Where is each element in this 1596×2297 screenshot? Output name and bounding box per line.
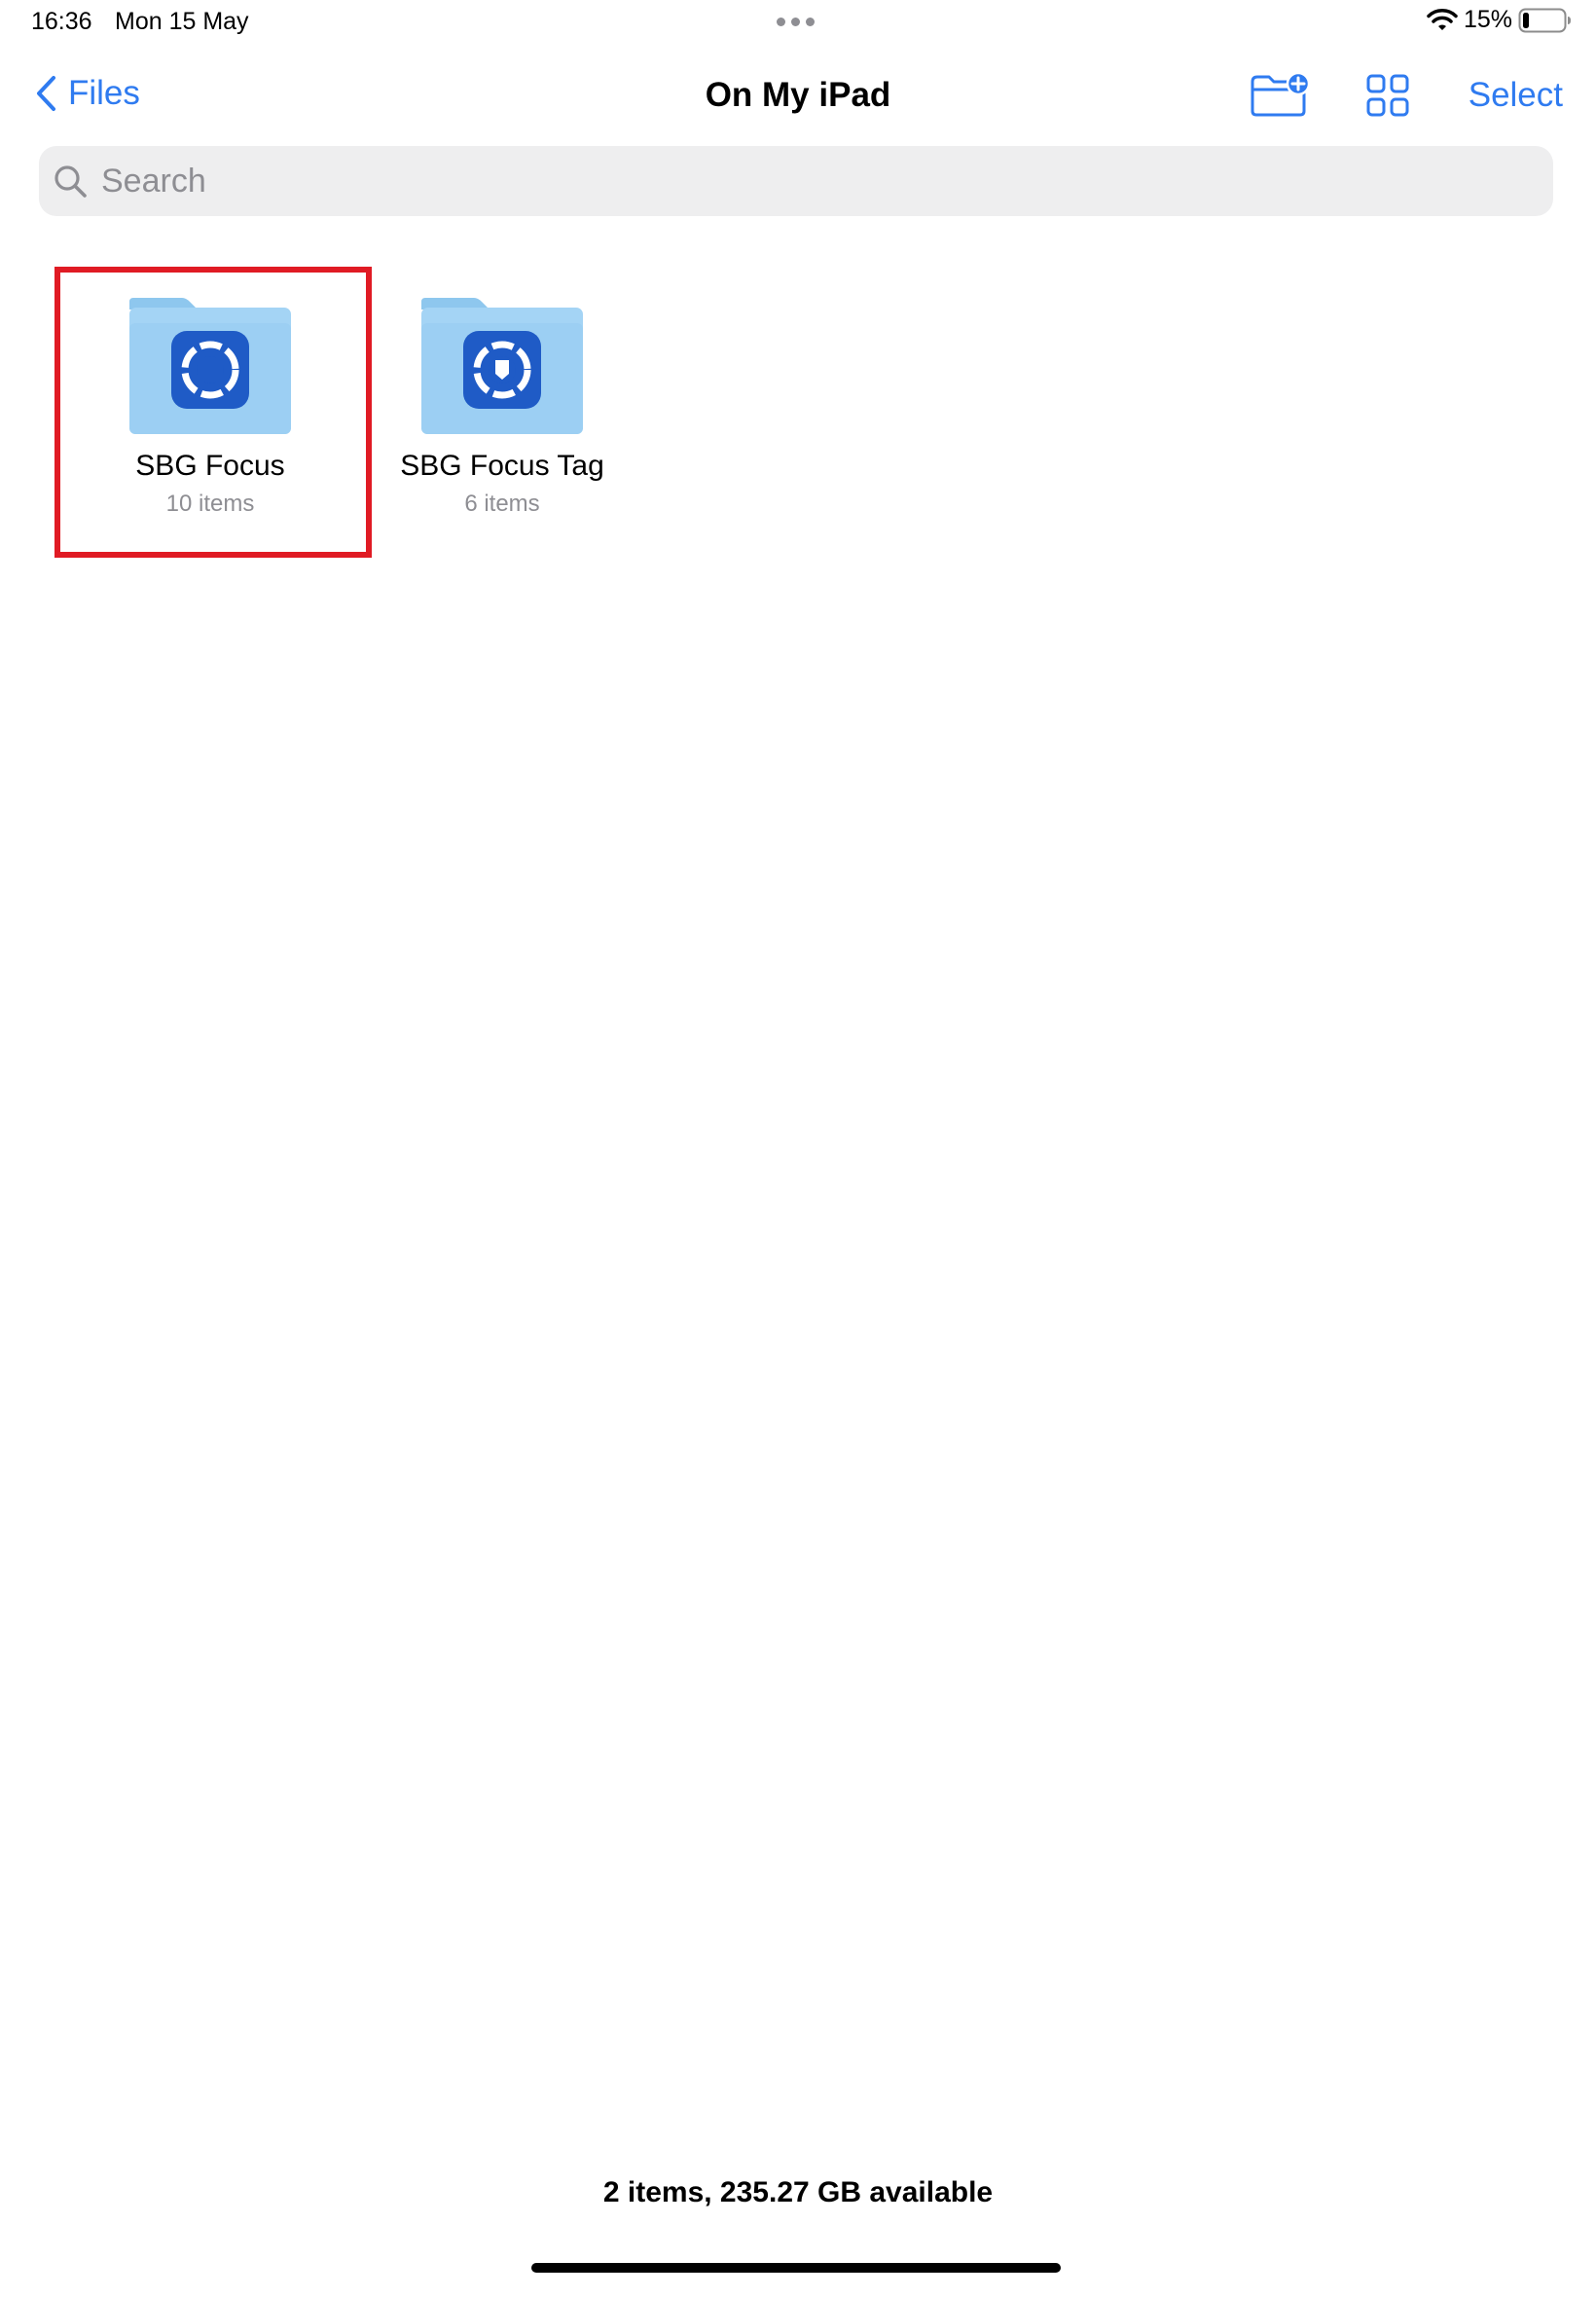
back-button[interactable]: Files <box>35 74 140 113</box>
battery-icon <box>1518 8 1571 32</box>
new-folder-icon <box>1251 71 1311 117</box>
sbg-focus-tag-app-icon <box>463 331 541 409</box>
search-icon <box>54 165 87 198</box>
search-bar[interactable] <box>39 146 1553 216</box>
folder-icon <box>129 298 291 434</box>
home-indicator[interactable] <box>531 2263 1061 2273</box>
folder-icon <box>421 298 583 434</box>
search-input[interactable] <box>99 161 1466 201</box>
folder-name: SBG Focus Tag <box>400 450 604 482</box>
back-label: Files <box>68 74 140 112</box>
folder-sbg-focus[interactable]: SBG Focus 10 items <box>64 282 356 518</box>
wifi-icon <box>1427 8 1458 30</box>
battery-percent: 15% <box>1463 6 1512 33</box>
status-right: 15% <box>1427 6 1573 34</box>
folder-name: SBG Focus <box>135 450 285 482</box>
new-folder-button[interactable] <box>1250 71 1311 122</box>
multitasking-dots-icon[interactable] <box>777 18 815 26</box>
select-button[interactable]: Select <box>1469 76 1563 115</box>
grid-view-button[interactable] <box>1366 74 1409 122</box>
grid-view-icon <box>1366 74 1409 117</box>
status-time: 16:36 <box>31 8 92 35</box>
status-date: Mon 15 May <box>115 8 249 35</box>
sbg-focus-app-icon <box>171 331 249 409</box>
storage-status: 2 items, 235.27 GB available <box>602 2176 994 2208</box>
folder-item-count: 10 items <box>165 491 255 517</box>
chevron-left-icon <box>37 76 55 111</box>
folder-sbg-focus-tag[interactable]: SBG Focus Tag 6 items <box>356 282 648 518</box>
page-title: On My iPad <box>705 76 891 114</box>
folder-item-count: 6 items <box>464 491 540 517</box>
